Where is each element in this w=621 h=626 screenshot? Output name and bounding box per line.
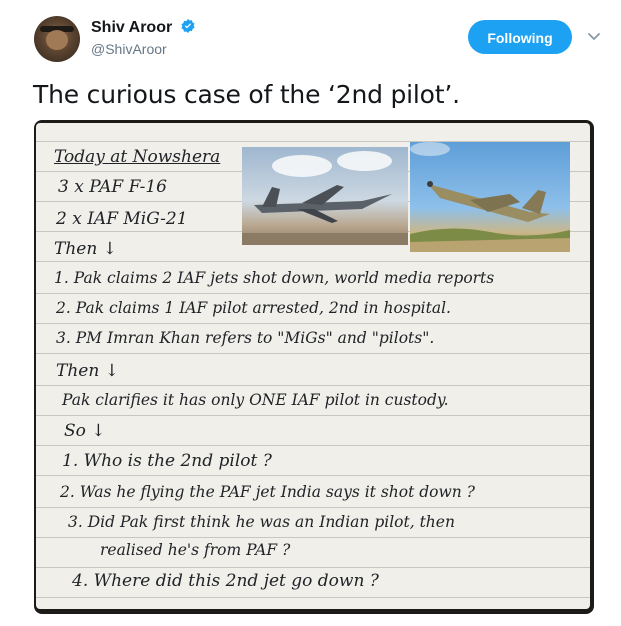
tweet-text: The curious case of the ‘2nd pilot’. xyxy=(33,80,460,109)
note-line: 2 x IAF MiG-21 xyxy=(56,209,188,229)
handwritten-note: Today at Nowshera 3 x PAF F-16 2 x IAF M… xyxy=(36,123,590,609)
note-line: 3. Did Pak first think he was an Indian … xyxy=(68,513,455,531)
f16-jet-photo xyxy=(242,147,408,245)
note-line: Pak clarifies it has only ONE IAF pilot … xyxy=(62,391,449,409)
note-line: 1. Who is the 2nd pilot ? xyxy=(62,451,272,471)
user-handle[interactable]: @ShivAroor xyxy=(91,41,196,57)
note-line: 1. Pak claims 2 IAF jets shot down, worl… xyxy=(54,269,495,287)
mig21-jet-photo xyxy=(410,142,570,252)
chevron-down-icon[interactable] xyxy=(584,26,604,46)
author-block[interactable]: Shiv Aroor @ShivAroor xyxy=(91,18,196,57)
verified-badge-icon xyxy=(181,19,195,33)
note-line: 2. Pak claims 1 IAF pilot arrested, 2nd … xyxy=(56,299,451,317)
note-line: 4. Where did this 2nd jet go down ? xyxy=(72,571,379,591)
avatar[interactable] xyxy=(34,16,80,62)
note-line: 3 x PAF F-16 xyxy=(58,177,167,197)
note-line: Today at Nowshera xyxy=(54,147,221,167)
note-line: 3. PM Imran Khan refers to "MiGs" and "p… xyxy=(56,329,435,347)
note-line: So ↓ xyxy=(64,421,106,441)
note-line: Then ↓ xyxy=(54,239,117,259)
tweet-media-image[interactable]: Today at Nowshera 3 x PAF F-16 2 x IAF M… xyxy=(34,120,594,614)
note-line: realised he's from PAF ? xyxy=(100,541,291,559)
tweet-header: Shiv Aroor @ShivAroor Following xyxy=(34,14,604,70)
following-button[interactable]: Following xyxy=(468,20,572,54)
note-line: Then ↓ xyxy=(56,361,119,381)
note-line: 2. Was he flying the PAF jet India says … xyxy=(60,483,475,501)
display-name[interactable]: Shiv Aroor xyxy=(91,19,172,37)
